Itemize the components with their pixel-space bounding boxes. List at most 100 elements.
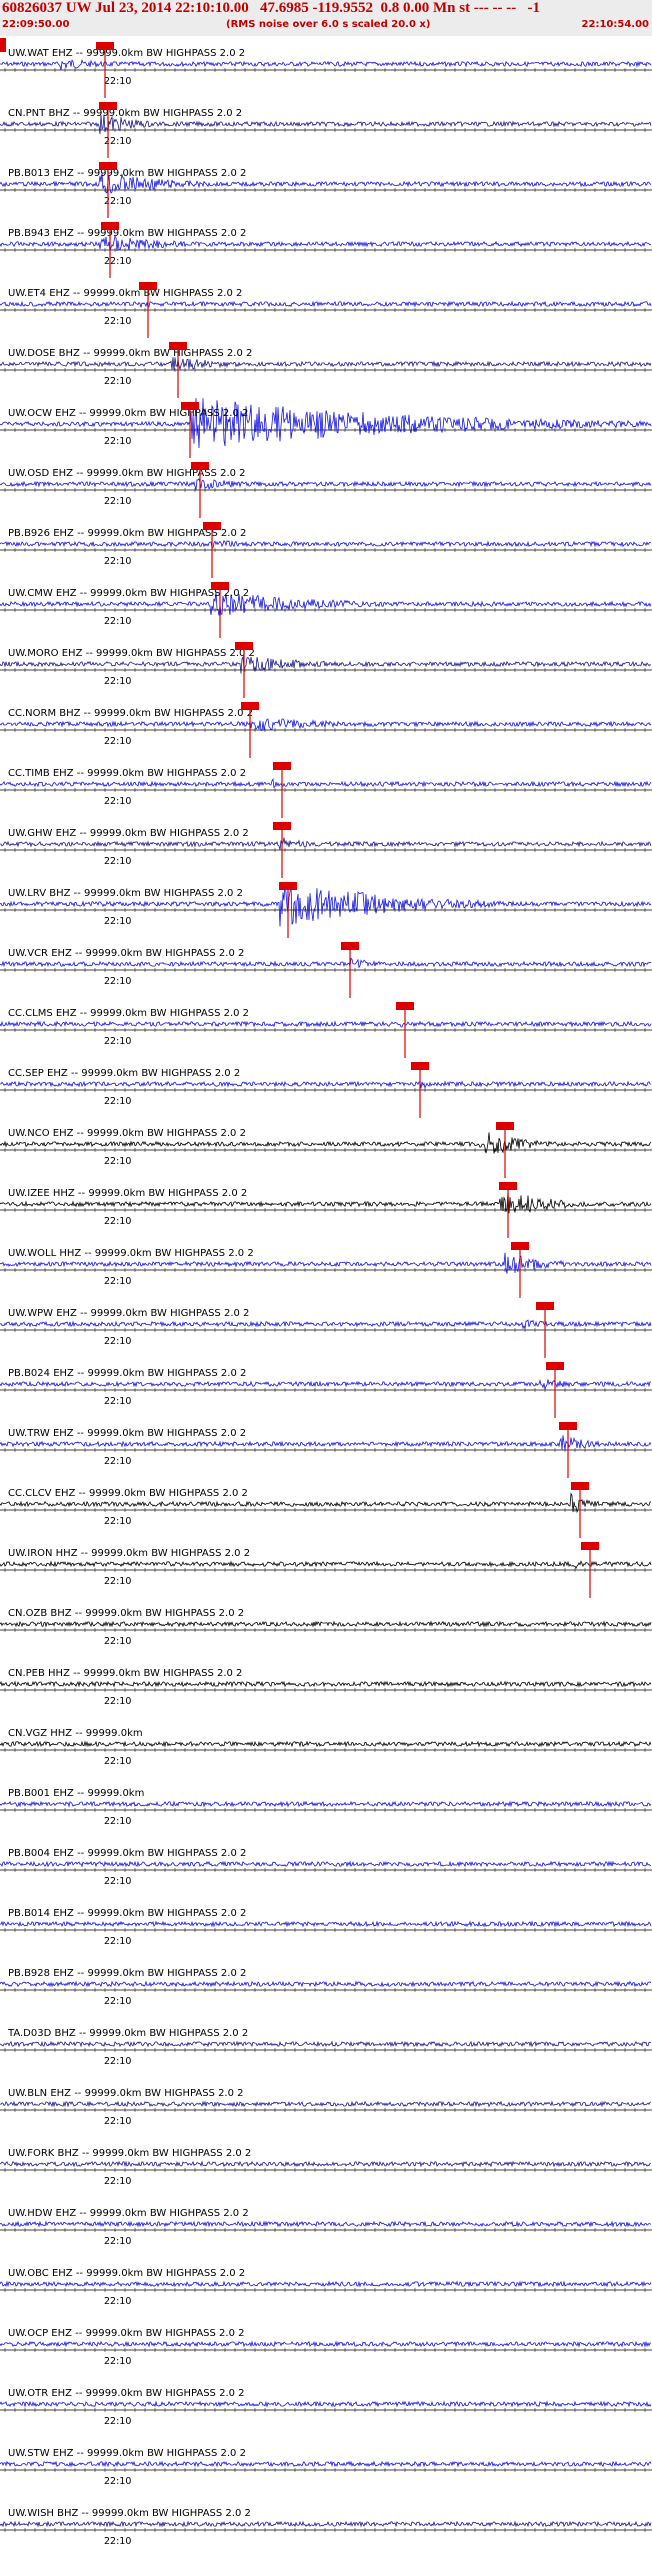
time-label: 22:10: [104, 496, 131, 507]
waveform: [0, 59, 652, 71]
trace-row: CC.NORM BHZ -- 99999.0km BW HIGHPASS 2.0…: [0, 702, 652, 758]
trace-row: PB.B024 EHZ -- 99999.0km BW HIGHPASS 2.0…: [0, 1362, 652, 1418]
trace-row: PB.B014 EHZ -- 99999.0km BW HIGHPASS 2.0…: [0, 1908, 652, 1947]
trace-row: UW.OCP EHZ -- 99999.0km BW HIGHPASS 2.0 …: [0, 2328, 652, 2367]
waveform: [0, 2340, 652, 2348]
start-marker: [0, 38, 6, 52]
time-label: 22:10: [104, 1336, 131, 1347]
time-label: 22:10: [104, 1936, 131, 1947]
trace-row: UW.NCO EHZ -- 99999.0km BW HIGHPASS 2.0 …: [0, 1122, 652, 1178]
pick-marker: [211, 582, 229, 590]
waveform: [0, 1319, 652, 1330]
time-label: 22:10: [104, 556, 131, 567]
station-label: PB.B943 EHZ -- 99999.0km BW HIGHPASS 2.0…: [8, 228, 246, 239]
trace-row: PB.B928 EHZ -- 99999.0km BW HIGHPASS 2.0…: [0, 1968, 652, 2007]
station-label: UW.HDW EHZ -- 99999.0km BW HIGHPASS 2.0 …: [8, 2208, 249, 2219]
pick-marker: [241, 702, 259, 710]
time-label: 22:10: [104, 856, 131, 867]
trace-row: UW.STW EHZ -- 99999.0km BW HIGHPASS 2.0 …: [0, 2448, 652, 2487]
station-label: UW.VCR EHZ -- 99999.0km BW HIGHPASS 2.0 …: [8, 948, 244, 959]
station-label: PB.B004 EHZ -- 99999.0km BW HIGHPASS 2.0…: [8, 1848, 246, 1859]
waveform: [0, 655, 652, 674]
time-label: 22:10: [104, 376, 131, 387]
pick-marker: [99, 162, 117, 170]
waveform: [0, 718, 652, 731]
trace-row: UW.WOLL HHZ -- 99999.0km BW HIGHPASS 2.0…: [0, 1242, 652, 1298]
pick-marker: [273, 822, 291, 830]
trace-row: UW.MORO EHZ -- 99999.0km BW HIGHPASS 2.0…: [0, 642, 652, 698]
pick-marker: [139, 282, 157, 290]
waveform: [0, 357, 652, 371]
waveform: [0, 2520, 652, 2528]
waveform: [0, 1800, 652, 1808]
pick-marker: [279, 882, 297, 890]
pick-marker: [411, 1062, 429, 1070]
station-label: UW.WOLL HHZ -- 99999.0km BW HIGHPASS 2.0…: [8, 1248, 254, 1259]
time-label: 22:10: [104, 1576, 131, 1587]
waveform: [0, 1620, 652, 1628]
waveform: [0, 2040, 651, 2048]
trace-row: UW.GHW EHZ -- 99999.0km BW HIGHPASS 2.0 …: [0, 822, 652, 878]
trace-row: CC.SEP EHZ -- 99999.0km BW HIGHPASS 2.0 …: [0, 1062, 652, 1118]
station-label: CC.CLMS EHZ -- 99999.0km BW HIGHPASS 2.0…: [8, 1008, 249, 1019]
trace-row: UW.BLN EHZ -- 99999.0km BW HIGHPASS 2.0 …: [0, 2088, 652, 2127]
time-label: 22:10: [104, 1276, 131, 1287]
station-label: PB.B928 EHZ -- 99999.0km BW HIGHPASS 2.0…: [8, 1968, 246, 1979]
trace-row: CC.TIMB EHZ -- 99999.0km BW HIGHPASS 2.0…: [0, 762, 652, 818]
waveform: [0, 1740, 652, 1748]
station-label: PB.B014 EHZ -- 99999.0km BW HIGHPASS 2.0…: [8, 1908, 246, 1919]
time-label: 22:10: [104, 976, 131, 987]
trace-row: UW.TRW EHZ -- 99999.0km BW HIGHPASS 2.0 …: [0, 1422, 652, 1478]
station-label: CC.NORM BHZ -- 99999.0km BW HIGHPASS 2.0…: [8, 708, 253, 719]
station-label: UW.IRON HHZ -- 99999.0km BW HIGHPASS 2.0…: [8, 1548, 250, 1559]
station-label: UW.ET4 EHZ -- 99999.0km BW HIGHPASS 2.0 …: [8, 288, 242, 299]
station-label: UW.GHW EHZ -- 99999.0km BW HIGHPASS 2.0 …: [8, 828, 249, 839]
waveform: [0, 1379, 651, 1390]
time-label: 22:10: [104, 676, 131, 687]
time-label: 22:10: [104, 1096, 131, 1107]
station-label: UW.WPW EHZ -- 99999.0km BW HIGHPASS 2.0 …: [8, 1308, 249, 1319]
pick-marker: [511, 1242, 529, 1250]
trace-row: UW.WISH BHZ -- 99999.0km BW HIGHPASS 2.0…: [0, 2508, 652, 2547]
station-label: UW.LRV BHZ -- 99999.0km BW HIGHPASS 2.0 …: [8, 888, 243, 899]
station-label: UW.OCP EHZ -- 99999.0km BW HIGHPASS 2.0 …: [8, 2328, 244, 2339]
trace-row: CC.CLCV EHZ -- 99999.0km BW HIGHPASS 2.0…: [0, 1482, 652, 1538]
time-label: 22:10: [104, 1816, 131, 1827]
waveform: [0, 1980, 652, 1988]
time-label: 22:10: [104, 796, 131, 807]
pick-marker: [546, 1362, 564, 1370]
station-label: CC.CLCV EHZ -- 99999.0km BW HIGHPASS 2.0…: [8, 1488, 248, 1499]
time-label: 22:10: [104, 1036, 131, 1047]
waveform: [0, 539, 652, 549]
header-bar: 60826037 UW Jul 23, 2014 22:10:10.00 47.…: [0, 0, 652, 36]
pick-marker: [99, 102, 117, 110]
time-label: 22:10: [104, 2296, 131, 2307]
station-label: PB.B001 EHZ -- 99999.0km: [8, 1788, 144, 1799]
waveform: [0, 1080, 652, 1090]
waveform: [0, 2460, 652, 2468]
event-title: 60826037 UW Jul 23, 2014 22:10:10.00 47.…: [2, 0, 541, 16]
pick-marker: [169, 342, 187, 350]
time-label: 22:10: [104, 1996, 131, 2007]
trace-row: UW.ET4 EHZ -- 99999.0km BW HIGHPASS 2.0 …: [0, 282, 652, 338]
station-label: UW.WAT EHZ -- 99999.0km BW HIGHPASS 2.0 …: [8, 48, 245, 59]
station-label: UW.OCW EHZ -- 99999.0km BW HIGHPASS 2.0 …: [8, 408, 248, 419]
time-label: 22:10: [104, 1156, 131, 1167]
time-label: 22:10: [104, 2116, 131, 2127]
pick-marker: [203, 522, 221, 530]
station-label: UW.DOSE BHZ -- 99999.0km BW HIGHPASS 2.0…: [8, 348, 252, 359]
waveform: [0, 2100, 652, 2108]
end-time: 22:10:54.00: [581, 19, 649, 30]
time-label: 22:10: [104, 316, 131, 327]
start-time: 22:09:50.00: [2, 19, 70, 30]
station-label: UW.NCO EHZ -- 99999.0km BW HIGHPASS 2.0 …: [8, 1128, 246, 1139]
time-label: 22:10: [104, 2236, 131, 2247]
trace-row: UW.DOSE BHZ -- 99999.0km BW HIGHPASS 2.0…: [0, 342, 652, 398]
waveform: [0, 837, 652, 850]
pick-marker: [396, 1002, 414, 1010]
pick-marker: [341, 942, 359, 950]
time-label: 22:10: [104, 76, 131, 87]
time-label: 22:10: [104, 1216, 131, 1227]
time-label: 22:10: [104, 256, 131, 267]
station-label: CC.SEP EHZ -- 99999.0km BW HIGHPASS 2.0 …: [8, 1068, 240, 1079]
